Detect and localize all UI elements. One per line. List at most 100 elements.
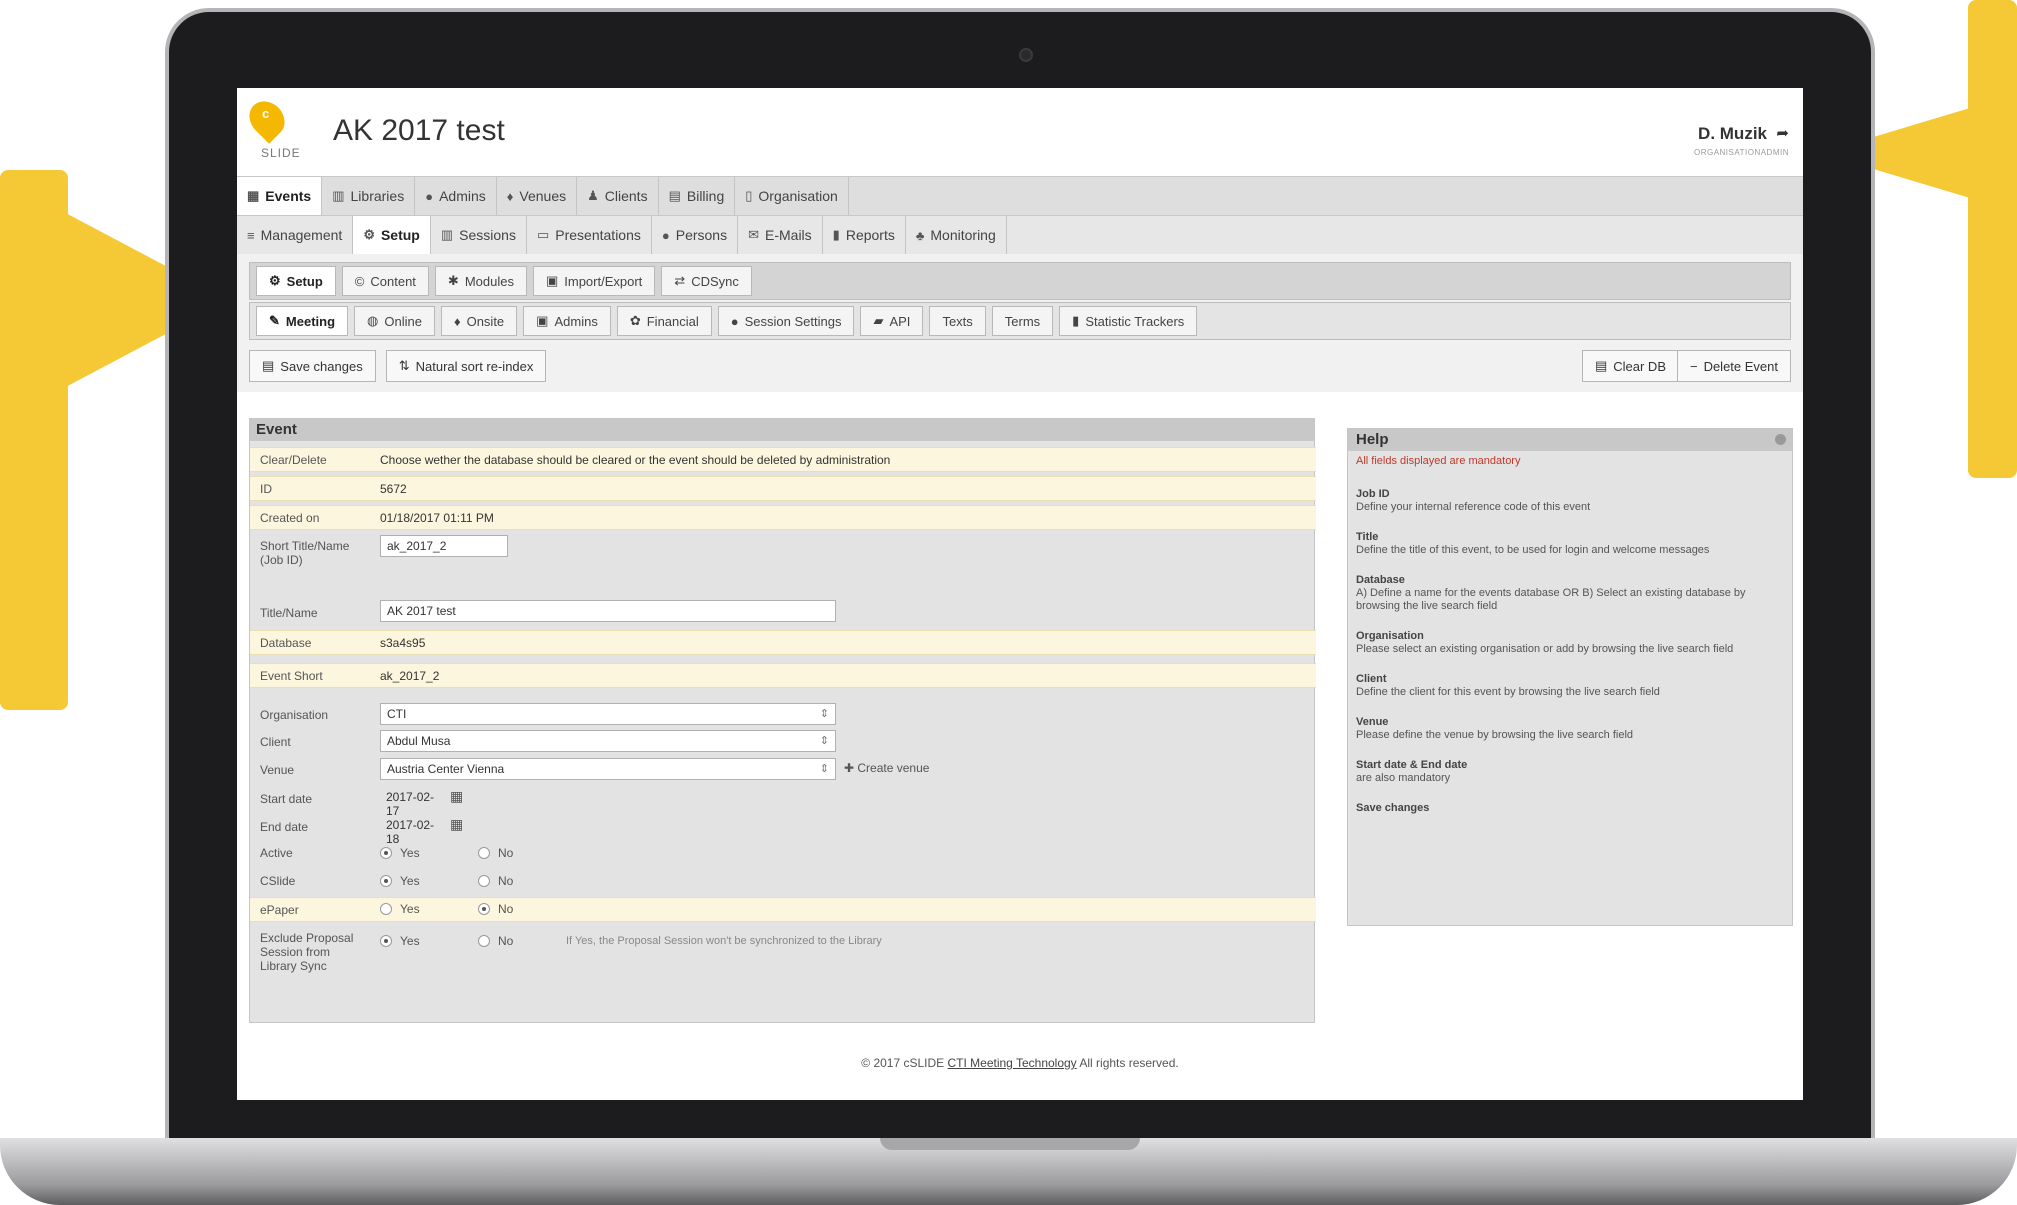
tab-events[interactable]: ▦ Events: [237, 177, 323, 215]
active-no-radio[interactable]: No: [478, 846, 513, 860]
active-yes-radio[interactable]: Yes: [380, 846, 420, 860]
event-panel-title: Event: [250, 419, 1314, 441]
tab-persons[interactable]: ● Persons: [652, 216, 739, 254]
radio-dot: [478, 875, 490, 887]
tab-organisation[interactable]: ▯ Organisation: [735, 177, 849, 215]
help-item: Start date & End date are also mandatory: [1356, 759, 1468, 784]
tab-monitoring[interactable]: ♣ Monitoring: [906, 216, 1007, 254]
tab-clients[interactable]: ♟ Clients: [577, 177, 659, 215]
natural-sort-button[interactable]: ⇅ Natural sort re-index: [385, 350, 547, 382]
save-changes-button[interactable]: ▤ Save changes: [249, 350, 376, 382]
client-select[interactable]: Abdul Musa: [380, 730, 836, 752]
setup-area: ⚙ Setup © Content ✱ Modules ▣ Import/Export …: [237, 254, 1803, 392]
delete-event-button[interactable]: − Delete Event: [1676, 350, 1791, 382]
close-icon[interactable]: [1775, 434, 1786, 445]
venue-select[interactable]: Austria Center Vienna: [380, 758, 836, 780]
radio-dot: [380, 875, 392, 887]
tab-api[interactable]: ▰ API: [860, 306, 924, 336]
footer-link[interactable]: CTI Meeting Technology: [948, 1056, 1077, 1070]
tab-libraries[interactable]: ▥ Libraries: [322, 177, 416, 215]
sort-icon: ⇅: [398, 358, 410, 373]
tab-online[interactable]: ◍ Online: [354, 306, 435, 336]
tab-reports[interactable]: ▮ Reports: [823, 216, 906, 254]
globe-icon: ◍: [367, 313, 379, 328]
help-item: Title Define the title of this event, to …: [1356, 531, 1710, 556]
user-name[interactable]: D. Muzik: [1698, 124, 1767, 144]
person-icon: ♟: [587, 188, 599, 203]
lock-icon: ▣: [536, 313, 549, 328]
radio-dot: [380, 903, 392, 915]
tab-content[interactable]: © Content: [341, 266, 429, 296]
calendar-icon[interactable]: ▦: [450, 788, 463, 805]
envelope-icon: ✉: [748, 227, 759, 242]
tab-setup-sub[interactable]: ⚙ Setup: [256, 266, 336, 296]
end-date-input[interactable]: 2017-02-18: [380, 815, 452, 846]
car-icon: ▰: [873, 313, 884, 328]
calendar-icon[interactable]: ▦: [450, 816, 463, 833]
app-header: c SLIDE AK 2017 test D. Muzik ➦ ORGANISA…: [237, 88, 1803, 176]
minus-icon: −: [1689, 358, 1698, 374]
epaper-yes-radio[interactable]: Yes: [380, 902, 420, 916]
user-icon: ●: [425, 188, 434, 204]
tab-admins-sub[interactable]: ▣ Admins: [523, 306, 611, 336]
radio-dot: [478, 903, 490, 915]
bar-chart-icon: ▮: [1072, 313, 1080, 328]
title-name-input[interactable]: AK 2017 test: [380, 600, 836, 622]
help-panel-title: Help: [1348, 429, 1792, 451]
start-date-input[interactable]: 2017-02-17: [380, 787, 452, 818]
app-screen: c SLIDE AK 2017 test D. Muzik ➦ ORGANISA…: [237, 88, 1803, 1100]
row-created-on: Created on 01/18/2017 01:11 PM: [250, 505, 1316, 530]
tab-presentations[interactable]: ▭ Presentations: [527, 216, 652, 254]
tab-financial[interactable]: ✿ Financial: [616, 306, 712, 336]
tab-import-export[interactable]: ▣ Import/Export: [532, 266, 656, 296]
page-title: AK 2017 test: [333, 114, 505, 147]
row-database: Database s3a4s95: [250, 630, 1316, 655]
logout-icon[interactable]: ➦: [1776, 124, 1789, 142]
tab-onsite[interactable]: ♦ Onsite: [440, 306, 518, 336]
organisation-select[interactable]: CTI: [380, 703, 836, 725]
footer: © 2017 cSLIDE CTI Meeting Technology All…: [861, 1056, 1179, 1070]
slide-logo[interactable]: c: [242, 94, 292, 144]
tab-texts[interactable]: Texts: [929, 306, 986, 336]
tab-setup[interactable]: ⚙ Setup: [353, 216, 431, 254]
row-id: ID 5672: [250, 476, 1316, 501]
help-item: Organisation Please select an existing or…: [1356, 630, 1734, 655]
radio-dot: [478, 847, 490, 859]
cslide-no-radio[interactable]: No: [478, 874, 513, 888]
tab-sessions[interactable]: ▥ Sessions: [431, 216, 527, 254]
monitor-icon: ▭: [536, 227, 550, 242]
books-icon: ▥: [332, 188, 345, 203]
exclude-no-radio[interactable]: No: [478, 934, 513, 948]
clear-icon: ▤: [1594, 358, 1608, 373]
tab-billing[interactable]: ▤ Billing: [659, 177, 736, 215]
help-item: Client Define the client for this event b…: [1356, 673, 1660, 698]
tab-modules[interactable]: ✱ Modules: [434, 266, 527, 296]
help-item: Venue Please define the venue by browsing…: [1356, 716, 1634, 741]
epaper-no-radio[interactable]: No: [478, 902, 513, 916]
tab-venues[interactable]: ♦ Venues: [497, 177, 578, 215]
tab-session-settings[interactable]: ● Session Settings: [717, 306, 855, 336]
create-venue-link[interactable]: ✚ Create venue: [844, 761, 929, 775]
short-title-input[interactable]: ak_2017_2: [380, 535, 508, 557]
floppy-icon: ▤: [262, 358, 275, 373]
radio-dot: [380, 935, 392, 947]
cslide-yes-radio[interactable]: Yes: [380, 874, 420, 888]
tab-cdsync[interactable]: ⇄ CDSync: [661, 266, 752, 296]
map-marker-icon: ♦: [506, 188, 514, 204]
help-body: All fields displayed are mandatory Job I…: [1348, 451, 1792, 836]
tab-terms[interactable]: Terms: [991, 306, 1054, 336]
clear-db-button[interactable]: ▤ Clear DB: [1581, 350, 1679, 382]
help-panel: Help All fields displayed are mandatory …: [1347, 428, 1793, 926]
tab-admins[interactable]: ● Admins: [415, 177, 497, 215]
tab-meeting[interactable]: ✎ Meeting: [256, 306, 349, 336]
plus-icon: ✚: [844, 761, 858, 775]
row-clear-delete: Clear/Delete Choose wether the database …: [250, 447, 1316, 472]
exclude-yes-radio[interactable]: Yes: [380, 934, 420, 948]
tab-statistic-trackers[interactable]: ▮ Statistic Trackers: [1059, 306, 1198, 336]
tab-emails[interactable]: ✉ E-Mails: [738, 216, 823, 254]
user-role: ORGANISATIONADMIN: [1693, 148, 1789, 157]
table-icon: ▥: [440, 227, 454, 242]
radio-dot: [478, 935, 490, 947]
tab-management[interactable]: ≡ Management: [237, 216, 354, 254]
puzzle-icon: ✱: [447, 273, 459, 288]
